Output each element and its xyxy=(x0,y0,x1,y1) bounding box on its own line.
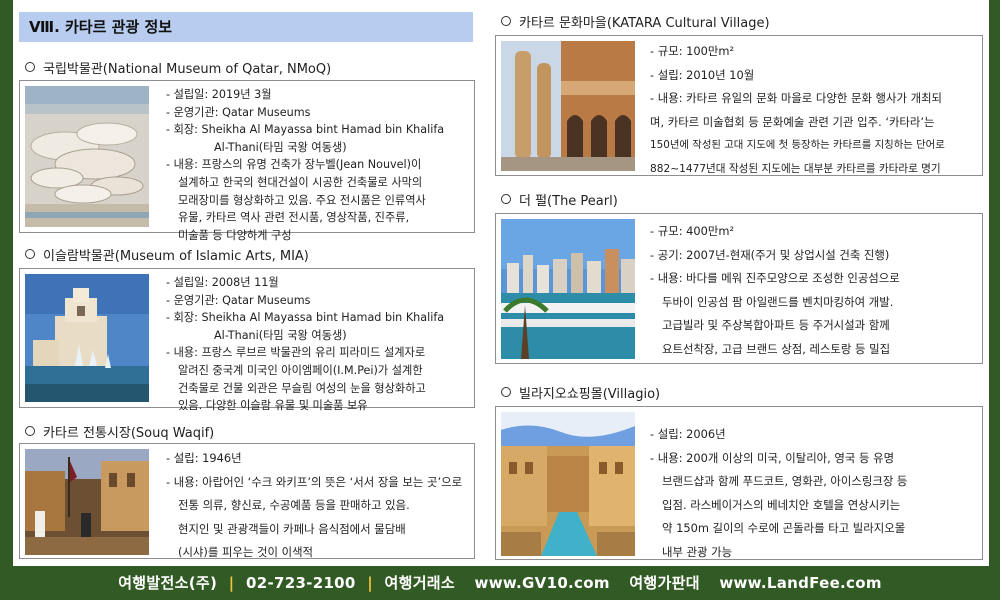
bullet-circle-icon xyxy=(25,249,35,259)
heading-islamic-museum: 이슬람박물관(Museum of Islamic Arts, MIA) xyxy=(25,245,309,264)
footer-phone: 02-723-2100 xyxy=(245,574,356,592)
text-katara: - 규모: 100만m² - 설립: 2010년 10월 - 내용: 카타르 유… xyxy=(650,44,945,175)
card-villagio: - 설립: 2006년 - 내용: 200개 이상의 미국, 이탈리아, 영국 … xyxy=(495,406,983,560)
footer-company: 여행발전소(주) xyxy=(118,574,218,592)
text-the-pearl: - 규모: 400만m² - 공기: 2007년-현재(주거 및 상업시설 건축… xyxy=(650,224,900,356)
footer-link-landfee[interactable]: www.LandFee.com xyxy=(719,574,881,592)
katara-village-photo xyxy=(501,41,635,171)
national-museum-photo xyxy=(25,86,149,227)
text-souq-waqif: - 설립: 1946년 - 내용: 아랍어인 ‘수크 와키프’의 뜻은 ‘서서 … xyxy=(166,451,463,560)
footer-label-stand: 여행가판대 xyxy=(629,574,700,592)
card-the-pearl: - 규모: 400만m² - 공기: 2007년-현재(주거 및 상업시설 건축… xyxy=(495,213,983,364)
bullet-circle-icon xyxy=(25,62,35,72)
footer-label-exchange: 여행거래소 xyxy=(384,574,456,592)
heading-katara: 카타르 문화마을(KATARA Cultural Village) xyxy=(501,12,770,31)
heading-the-pearl: 더 펄(The Pearl) xyxy=(501,190,618,209)
bullet-circle-icon xyxy=(25,426,35,436)
islamic-museum-photo xyxy=(25,274,149,402)
brochure-page: Ⅷ. 카타르 관광 정보 국립박물관(National Museum of Qa… xyxy=(13,0,989,566)
footer-separator: | xyxy=(228,574,235,592)
text-villagio: - 설립: 2006년 - 내용: 200개 이상의 미국, 이탈리아, 영국 … xyxy=(650,427,908,559)
villagio-mall-photo xyxy=(501,412,635,556)
heading-national-museum: 국립박물관(National Museum of Qatar, NMoQ) xyxy=(25,58,331,77)
section-title: Ⅷ. 카타르 관광 정보 xyxy=(29,18,173,36)
section-title-banner: Ⅷ. 카타르 관광 정보 xyxy=(19,12,473,42)
footer-separator: | xyxy=(367,574,373,592)
footer-bar: 여행발전소(주) | 02-723-2100 | 여행거래소 www.GV10.… xyxy=(0,566,1000,600)
heading-souq-waqif: 카타르 전통시장(Souq Waqif) xyxy=(25,422,214,441)
card-katara: - 규모: 100만m² - 설립: 2010년 10월 - 내용: 카타르 유… xyxy=(495,35,983,176)
card-national-museum: - 설립일: 2019년 3월 - 운영기관: Qatar Museums - … xyxy=(19,80,475,242)
the-pearl-photo xyxy=(501,219,635,359)
bullet-circle-icon xyxy=(501,16,511,26)
card-souq-waqif: - 설립: 1946년 - 내용: 아랍어인 ‘수크 와키프’의 뜻은 ‘서서 … xyxy=(19,443,475,559)
text-islamic-museum: - 설립일: 2008년 11월 - 운영기관: Qatar Museums -… xyxy=(166,276,445,413)
bullet-circle-icon xyxy=(501,194,511,204)
card-islamic-museum: - 설립일: 2008년 11월 - 운영기관: Qatar Museums -… xyxy=(19,268,475,412)
bullet-circle-icon xyxy=(501,387,511,397)
text-national-museum: - 설립일: 2019년 3월 - 운영기관: Qatar Museums - … xyxy=(166,88,445,242)
souq-waqif-photo xyxy=(25,449,149,555)
heading-villagio: 빌라지오쇼핑몰(Villagio) xyxy=(501,383,660,402)
footer-link-gv10[interactable]: www.GV10.com xyxy=(475,574,610,592)
